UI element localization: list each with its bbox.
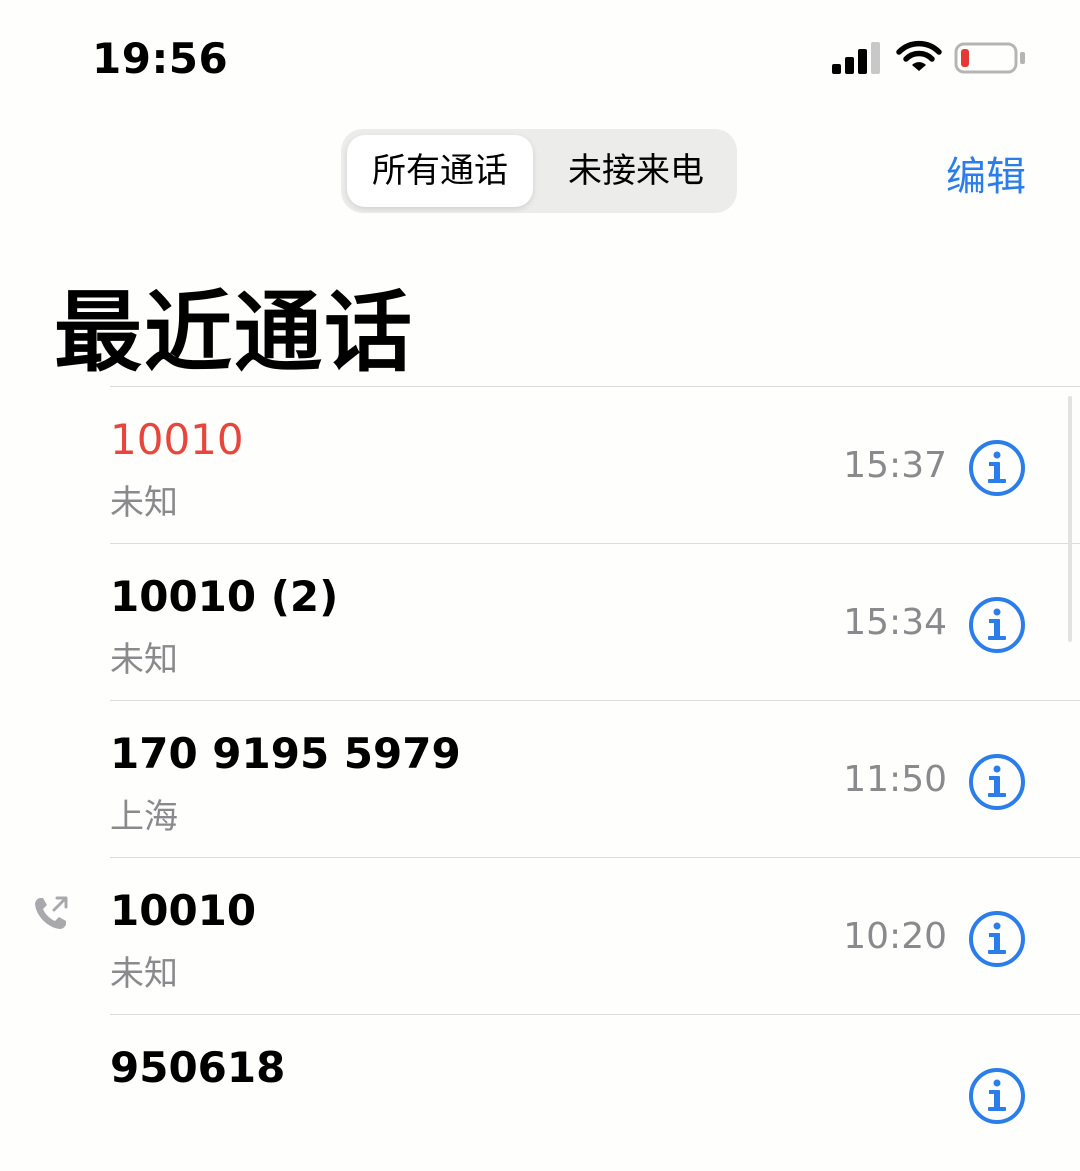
scroll-indicator[interactable] xyxy=(1068,396,1072,642)
call-location: 未知 xyxy=(110,483,178,523)
page-title: 最近通话 xyxy=(54,281,415,384)
edit-button[interactable]: 编辑 xyxy=(946,144,1026,202)
call-row[interactable]: 170 9195 5979 上海 11:50 xyxy=(110,700,1080,857)
call-row[interactable]: 10010 未知 10:20 xyxy=(35,857,1080,1014)
call-row[interactable]: 10010 未知 15:37 xyxy=(110,386,1080,543)
call-row[interactable]: 10010 (2) 未知 15:34 xyxy=(110,543,1080,700)
status-time: 19:56 xyxy=(92,34,229,83)
recent-calls-list: 10010 未知 15:37 10010 (2) 未知 15:34 170 91… xyxy=(0,386,1080,1171)
call-name: 10010 xyxy=(110,886,257,935)
call-name: 950618 xyxy=(110,1043,286,1092)
segment-missed-calls[interactable]: 未接来电 xyxy=(541,135,731,207)
call-time: 15:34 xyxy=(843,602,947,643)
call-location: 上海 xyxy=(110,797,178,837)
call-filter-segmented-control: 所有通话 未接来电 xyxy=(341,129,737,213)
call-name: 10010 xyxy=(110,415,244,464)
info-icon[interactable] xyxy=(968,596,1026,654)
info-icon[interactable] xyxy=(968,439,1026,497)
wifi-icon xyxy=(896,40,942,71)
outgoing-call-icon xyxy=(35,896,68,929)
call-row[interactable]: 950618 xyxy=(110,1014,1080,1171)
battery-icon xyxy=(954,42,1025,74)
call-time: 11:50 xyxy=(843,759,947,800)
info-icon[interactable] xyxy=(968,1067,1026,1125)
call-location: 未知 xyxy=(110,954,178,994)
cellular-signal-icon xyxy=(832,42,880,74)
status-bar: 19:56 xyxy=(0,0,1080,110)
call-time: 15:37 xyxy=(843,445,947,486)
info-icon[interactable] xyxy=(968,910,1026,968)
call-name: 170 9195 5979 xyxy=(110,729,461,778)
segment-all-calls[interactable]: 所有通话 xyxy=(347,135,533,207)
info-icon[interactable] xyxy=(968,753,1026,811)
call-name: 10010 (2) xyxy=(110,572,339,621)
call-time: 10:20 xyxy=(843,916,947,957)
call-location: 未知 xyxy=(110,640,178,680)
